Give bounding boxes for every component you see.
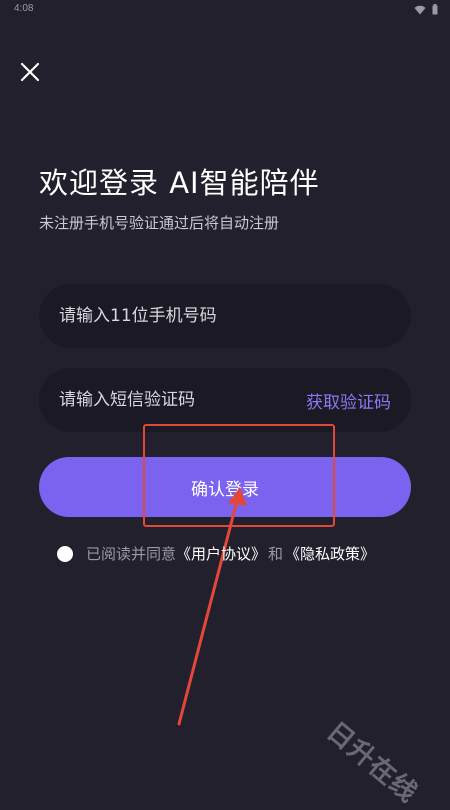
wifi-icon [414, 5, 426, 14]
phone-input[interactable] [59, 306, 389, 326]
close-icon [20, 62, 40, 82]
agreement-and: 和 [268, 545, 284, 563]
confirm-login-button[interactable]: 确认登录 [39, 457, 411, 517]
user-agreement-link[interactable]: 《用户协议》 [176, 543, 266, 564]
close-button[interactable] [16, 58, 44, 86]
privacy-policy-link[interactable]: 《隐私政策》 [285, 543, 375, 564]
get-code-button[interactable]: 获取验证码 [306, 388, 391, 413]
battery-icon [432, 4, 438, 15]
watermark: 日升在线 [320, 716, 423, 810]
agreement-row: 已阅读并同意 《用户协议》 和 《隐私政策》 [57, 543, 375, 564]
status-time: 4:08 [14, 3, 34, 14]
code-input[interactable] [59, 390, 289, 410]
code-field[interactable]: 获取验证码 [39, 368, 411, 432]
agreement-checkbox[interactable] [57, 545, 73, 562]
page-subtitle: 未注册手机号验证通过后将自动注册 [39, 214, 280, 232]
confirm-login-label: 确认登录 [191, 479, 259, 500]
phone-field[interactable] [39, 284, 411, 348]
status-bar: 4:08 [0, 0, 450, 20]
page-title: 欢迎登录 AI智能陪伴 [39, 166, 320, 200]
agreement-prefix: 已阅读并同意 [86, 545, 177, 563]
status-icons [414, 4, 438, 15]
